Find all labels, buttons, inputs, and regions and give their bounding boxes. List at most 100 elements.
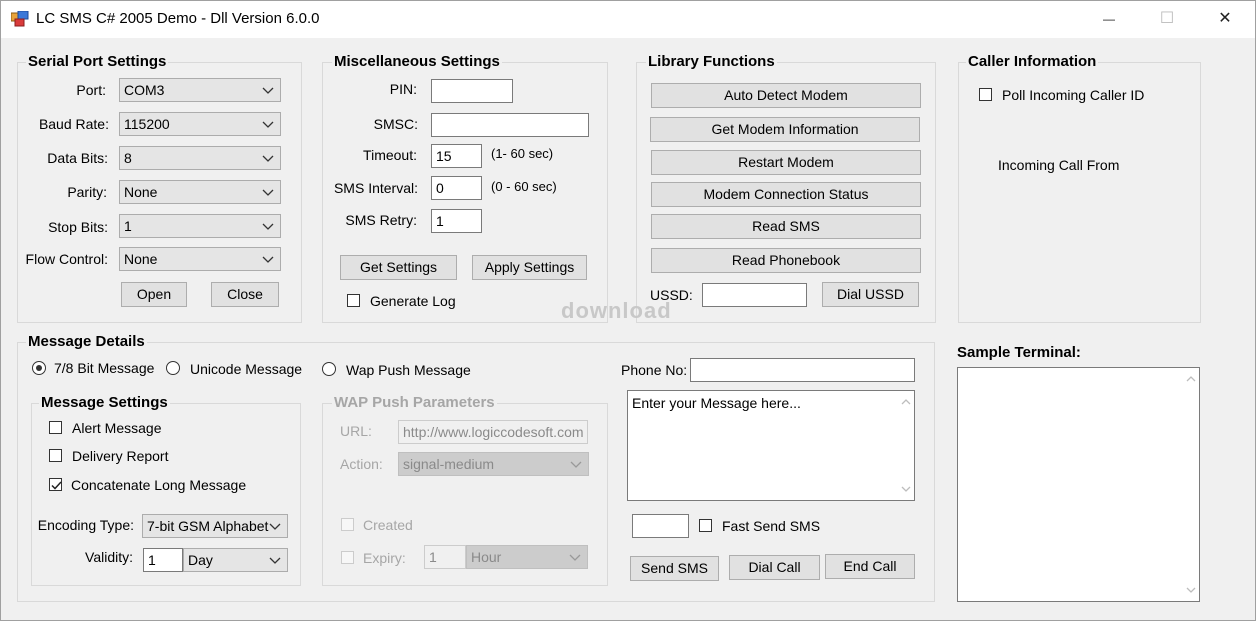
pin-input[interactable] <box>431 79 513 103</box>
url-input[interactable]: http://www.logiccodesoft.com <box>398 420 588 444</box>
apply-settings-button[interactable]: Apply Settings <box>472 255 587 280</box>
radio-unicode[interactable] <box>166 361 180 375</box>
fast-count-input[interactable] <box>632 514 689 538</box>
stopbits-select[interactable]: 1 <box>119 214 281 238</box>
url-value: http://www.logiccodesoft.com <box>403 424 584 440</box>
baud-select[interactable]: 115200 <box>119 112 281 136</box>
timeout-label: Timeout: <box>363 147 417 163</box>
get-modem-info-button[interactable]: Get Modem Information <box>650 117 920 142</box>
minimize-button[interactable]: — <box>1080 0 1138 38</box>
terminal-scrollbar[interactable] <box>1182 368 1199 601</box>
interval-input[interactable]: 0 <box>431 176 482 200</box>
dial-ussd-button[interactable]: Dial USSD <box>822 282 919 307</box>
radio-wap-push[interactable] <box>322 362 336 376</box>
dial-call-button[interactable]: Dial Call <box>729 555 820 580</box>
concatenate-label: Concatenate Long Message <box>71 477 247 493</box>
alert-message-label: Alert Message <box>72 420 162 436</box>
pin-label: PIN: <box>389 81 417 97</box>
smsc-input[interactable] <box>431 113 589 137</box>
radio-78-bit[interactable] <box>32 361 46 375</box>
timeout-input[interactable]: 15 <box>431 144 482 168</box>
created-label: Created <box>363 517 413 533</box>
ussd-input[interactable] <box>702 283 807 307</box>
fast-send-checkbox[interactable] <box>699 519 712 532</box>
parity-select[interactable]: None <box>119 180 281 204</box>
message-details-title: Message Details <box>26 333 147 350</box>
sample-terminal-textarea[interactable] <box>957 367 1200 602</box>
sample-terminal-title: Sample Terminal: <box>957 344 1081 361</box>
interval-value: 0 <box>436 180 444 196</box>
validity-unit-value: Day <box>188 552 213 568</box>
chevron-down-icon <box>269 557 281 564</box>
expiry-number-value: 1 <box>429 549 437 565</box>
chevron-down-icon <box>262 189 274 196</box>
poll-caller-id-checkbox[interactable] <box>979 88 992 101</box>
validity-unit-select[interactable]: Day <box>183 548 288 572</box>
end-call-button[interactable]: End Call <box>825 554 915 579</box>
generate-log-label: Generate Log <box>370 293 456 309</box>
close-icon: ✕ <box>1218 10 1232 27</box>
library-functions-title: Library Functions <box>646 53 777 70</box>
retry-input[interactable]: 1 <box>431 209 482 233</box>
action-select[interactable]: signal-medium <box>398 452 589 476</box>
baud-value: 115200 <box>124 116 170 132</box>
minimize-icon: — <box>1103 12 1115 26</box>
serial-port-title: Serial Port Settings <box>26 53 169 70</box>
expiry-unit-select[interactable]: Hour <box>466 545 588 569</box>
send-sms-button[interactable]: Send SMS <box>630 556 719 581</box>
concatenate-checkbox[interactable] <box>49 478 62 491</box>
timeout-value: 15 <box>436 148 452 164</box>
wap-push-title: WAP Push Parameters <box>332 394 497 411</box>
interval-label: SMS Interval: <box>333 180 418 196</box>
url-label: URL: <box>340 423 372 439</box>
flow-select[interactable]: None <box>119 247 281 271</box>
encoding-value: 7-bit GSM Alphabet <box>147 518 269 534</box>
close-port-button[interactable]: Close <box>211 282 279 307</box>
poll-caller-id-label: Poll Incoming Caller ID <box>1002 87 1145 103</box>
read-sms-button[interactable]: Read SMS <box>651 214 921 239</box>
validity-number-value: 1 <box>148 552 156 568</box>
maximize-icon: ☐ <box>1159 10 1175 27</box>
expiry-checkbox[interactable] <box>341 551 354 564</box>
open-button[interactable]: Open <box>121 282 187 307</box>
phone-input[interactable] <box>690 358 915 382</box>
databits-value: 8 <box>124 150 132 166</box>
parity-label: Parity: <box>67 184 107 200</box>
action-value: signal-medium <box>403 456 495 472</box>
scroll-up-icon <box>1186 376 1196 382</box>
validity-label: Validity: <box>85 549 133 565</box>
generate-log-checkbox[interactable] <box>347 294 360 307</box>
stopbits-label: Stop Bits: <box>48 219 108 235</box>
watermark-logo: download <box>561 298 672 323</box>
encoding-select[interactable]: 7-bit GSM Alphabet <box>142 514 288 538</box>
expiry-number-input[interactable]: 1 <box>424 545 466 569</box>
radio-selected-dot <box>36 365 42 371</box>
scroll-up-icon <box>901 399 911 405</box>
misc-settings-title: Miscellaneous Settings <box>332 53 502 70</box>
expiry-label: Expiry: <box>363 550 406 566</box>
incoming-call-label: Incoming Call From <box>998 157 1120 173</box>
port-select[interactable]: COM3 <box>119 78 281 102</box>
get-settings-button[interactable]: Get Settings <box>340 255 457 280</box>
restart-modem-button[interactable]: Restart Modem <box>651 150 921 175</box>
message-scrollbar[interactable] <box>897 391 914 500</box>
auto-detect-modem-button[interactable]: Auto Detect Modem <box>651 83 921 108</box>
radio-78-bit-label: 7/8 Bit Message <box>54 360 155 376</box>
maximize-button[interactable]: ☐ <box>1138 0 1196 38</box>
delivery-report-checkbox[interactable] <box>49 449 62 462</box>
chevron-down-icon <box>262 256 274 263</box>
window-title: LC SMS C# 2005 Demo - Dll Version 6.0.0 <box>36 10 320 27</box>
radio-wap-push-label: Wap Push Message <box>346 362 471 378</box>
close-window-button[interactable]: ✕ <box>1196 0 1254 38</box>
alert-message-checkbox[interactable] <box>49 421 62 434</box>
validity-number-input[interactable]: 1 <box>143 548 183 572</box>
chevron-down-icon <box>569 554 581 561</box>
retry-label: SMS Retry: <box>345 212 417 228</box>
created-checkbox[interactable] <box>341 518 354 531</box>
read-phonebook-button[interactable]: Read Phonebook <box>651 248 921 273</box>
action-label: Action: <box>340 456 383 472</box>
timeout-hint: (1- 60 sec) <box>491 146 554 161</box>
databits-select[interactable]: 8 <box>119 146 281 170</box>
modem-connection-status-button[interactable]: Modem Connection Status <box>651 182 921 207</box>
message-textarea[interactable]: Enter your Message here... <box>627 390 915 501</box>
